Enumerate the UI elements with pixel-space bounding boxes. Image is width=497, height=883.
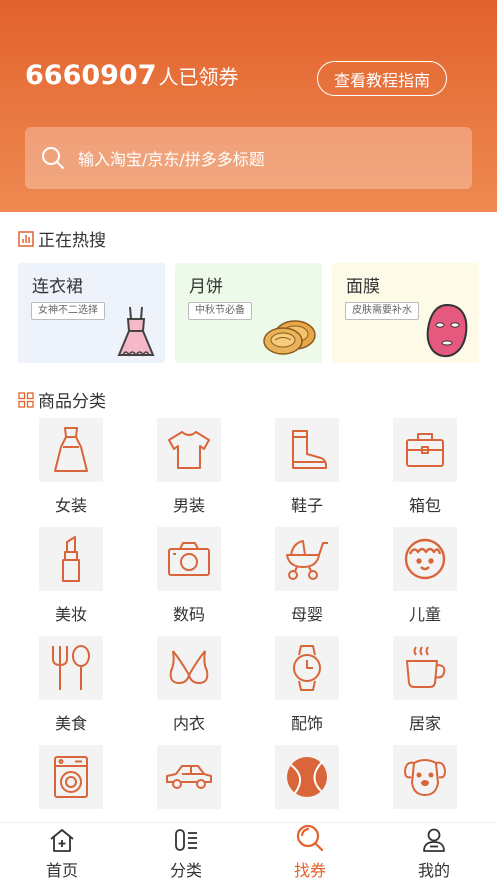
category-label: 居家 — [408, 714, 441, 733]
category-women[interactable]: 女装 — [26, 418, 116, 516]
claimed-count: 6660907 人已领券 — [25, 60, 239, 91]
category-label: 箱包 — [408, 496, 441, 515]
category-label: 数码 — [172, 605, 205, 624]
category-label: 鞋子 — [290, 496, 323, 515]
search-placeholder: 输入淘宝/京东/拼多多标题 — [78, 150, 265, 169]
category-label: 男装 — [172, 496, 205, 515]
bottom-tab-bar: 首页 分类 找券 我的 — [0, 822, 497, 883]
user-icon — [423, 828, 445, 852]
category-kids[interactable]: 儿童 — [380, 527, 470, 625]
category-shoes[interactable]: 鞋子 — [262, 418, 352, 516]
bra-icon — [169, 650, 209, 684]
face-mask-illustration — [426, 303, 468, 358]
fork-spoon-icon — [52, 645, 90, 690]
search-icon — [42, 147, 64, 169]
category-icon — [175, 829, 197, 851]
hot-card-dress[interactable]: 连衣裙 女神不二选择 — [18, 263, 165, 363]
hot-card-name: 月饼 — [189, 277, 223, 297]
hot-card-mask[interactable]: 面膜 皮肤需要补水 — [332, 263, 479, 363]
tab-profile[interactable]: 我的 — [372, 823, 496, 883]
dog-icon — [404, 759, 446, 796]
search-input[interactable]: 输入淘宝/京东/拼多多标题 — [25, 127, 472, 189]
watch-icon — [293, 645, 321, 691]
car-icon — [166, 765, 212, 789]
tab-category[interactable]: 分类 — [124, 823, 248, 883]
category-label: 配饰 — [290, 714, 323, 733]
category-label: 女装 — [54, 496, 87, 515]
hot-card-tag: 中秋节必备 — [188, 302, 252, 320]
category-label: 美食 — [54, 714, 87, 733]
hot-card-tag: 女神不二选择 — [31, 302, 105, 320]
category-label: 美妆 — [54, 605, 87, 624]
search-coupon-icon — [296, 824, 324, 852]
category-label: 内衣 — [172, 714, 205, 733]
cup-icon — [406, 646, 446, 688]
hot-card-name: 面膜 — [346, 277, 380, 297]
washing-machine-icon — [54, 756, 88, 798]
tab-home[interactable]: 首页 — [0, 823, 124, 883]
category-bags[interactable]: 箱包 — [380, 418, 470, 516]
dress-illustration — [117, 306, 155, 357]
category-men[interactable]: 男装 — [144, 418, 234, 516]
category-baby[interactable]: 母婴 — [262, 527, 352, 625]
mooncake-illustration — [263, 320, 316, 355]
category-makeup[interactable]: 美妆 — [26, 527, 116, 625]
bag-icon — [406, 433, 444, 467]
tab-label: 找券 — [293, 861, 326, 880]
camera-icon — [168, 542, 210, 576]
category-label: 儿童 — [408, 605, 441, 624]
hot-card-tag: 皮肤需要补水 — [345, 302, 419, 320]
tab-find-coupons[interactable]: 找券 — [248, 823, 372, 883]
hot-search-heading: 正在热搜 — [18, 226, 106, 251]
lipstick-icon — [62, 536, 80, 582]
tutorial-guide-button[interactable]: 查看教程指南 — [317, 61, 447, 96]
category-appliances[interactable] — [26, 745, 116, 819]
category-digital[interactable]: 数码 — [144, 527, 234, 625]
bar-chart-icon — [18, 230, 34, 247]
claimed-count-number: 6660907 — [25, 60, 157, 91]
ball-icon — [287, 757, 327, 797]
category-sports[interactable] — [262, 745, 352, 819]
tshirt-icon — [168, 431, 210, 469]
child-face-icon — [404, 538, 446, 580]
category-accessories[interactable]: 配饰 — [262, 636, 352, 734]
category-label: 母婴 — [290, 605, 323, 624]
header: 6660907 人已领券 查看教程指南 输入淘宝/京东/拼多多标题 — [0, 0, 497, 212]
category-underwear[interactable]: 内衣 — [144, 636, 234, 734]
home-icon — [50, 829, 74, 852]
categories-heading: 商品分类 — [18, 387, 106, 412]
grid-icon — [18, 391, 34, 408]
boot-icon — [292, 430, 327, 469]
tab-label: 分类 — [169, 861, 202, 880]
hot-search-title: 正在热搜 — [38, 231, 106, 251]
category-food[interactable]: 美食 — [26, 636, 116, 734]
claimed-count-suffix: 人已领券 — [158, 65, 239, 89]
categories-title: 商品分类 — [38, 392, 106, 412]
category-pets[interactable] — [380, 745, 470, 819]
category-home[interactable]: 居家 — [380, 636, 470, 734]
dress-icon — [54, 427, 88, 472]
hot-card-name: 连衣裙 — [32, 277, 83, 297]
category-auto[interactable] — [144, 745, 234, 819]
hot-card-mooncake[interactable]: 月饼 中秋节必备 — [175, 263, 322, 363]
stroller-icon — [286, 540, 328, 580]
tab-label: 首页 — [45, 861, 78, 880]
tab-label: 我的 — [417, 861, 450, 880]
